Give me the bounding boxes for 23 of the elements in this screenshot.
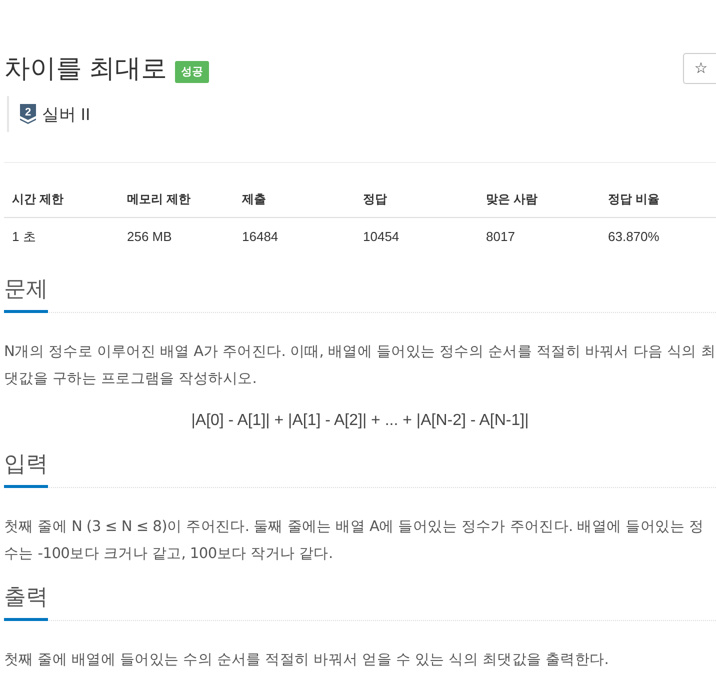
section-heading: 입력: [4, 449, 48, 488]
column-header: 시간 제한: [4, 181, 119, 218]
table-cell: 10454: [355, 218, 478, 255]
column-header: 맞은 사람: [478, 181, 600, 218]
tier-label: 실버 II: [42, 104, 90, 126]
table-cell: 63.870%: [600, 218, 716, 255]
column-header: 정답: [355, 181, 478, 218]
table-cell: 256 MB: [119, 218, 234, 255]
table-cell: 8017: [478, 218, 600, 255]
table-cell: 16484: [234, 218, 355, 255]
problem-title: 차이를 최대로: [4, 52, 168, 85]
status-badge: 성공: [175, 61, 210, 83]
table-cell: 1 초: [4, 218, 119, 255]
star-button[interactable]: ☆: [683, 52, 716, 84]
problem-text: 첫째 줄에 N (3 ≤ N ≤ 8)이 주어진다. 둘째 줄에는 배열 A에 들어있는 정수가 주어진다. 배열에 들어있는 정수는 -100보다 크거나 같고, 100보다 작거나 같다.: [4, 517, 705, 564]
problem-text: N개의 정수로 이루어진 배열 A가 주어진다. 이때, 배열에 들어있는 정수의 순서를 적절히 바꿔서 다음 식의 최댓값을 구하는 프로그램을 작성하시오.: [4, 342, 716, 389]
problem-text: 첫째 줄에 배열에 들어있는 수의 순서를 적절히 바꿔서 얻을 수 있는 식의 최댓값을 출력한다.: [4, 650, 610, 670]
column-header: 메모리 제한: [119, 181, 234, 218]
formula-text: |A[0] - A[1]| + |A[1] - A[2]| + ... + |A[N-2] - A[N-1]|: [191, 411, 529, 431]
section-heading: 문제: [4, 274, 48, 313]
section-heading: 출력: [4, 582, 48, 621]
column-header: 정답 비율: [600, 181, 716, 218]
column-header: 제출: [234, 181, 355, 218]
